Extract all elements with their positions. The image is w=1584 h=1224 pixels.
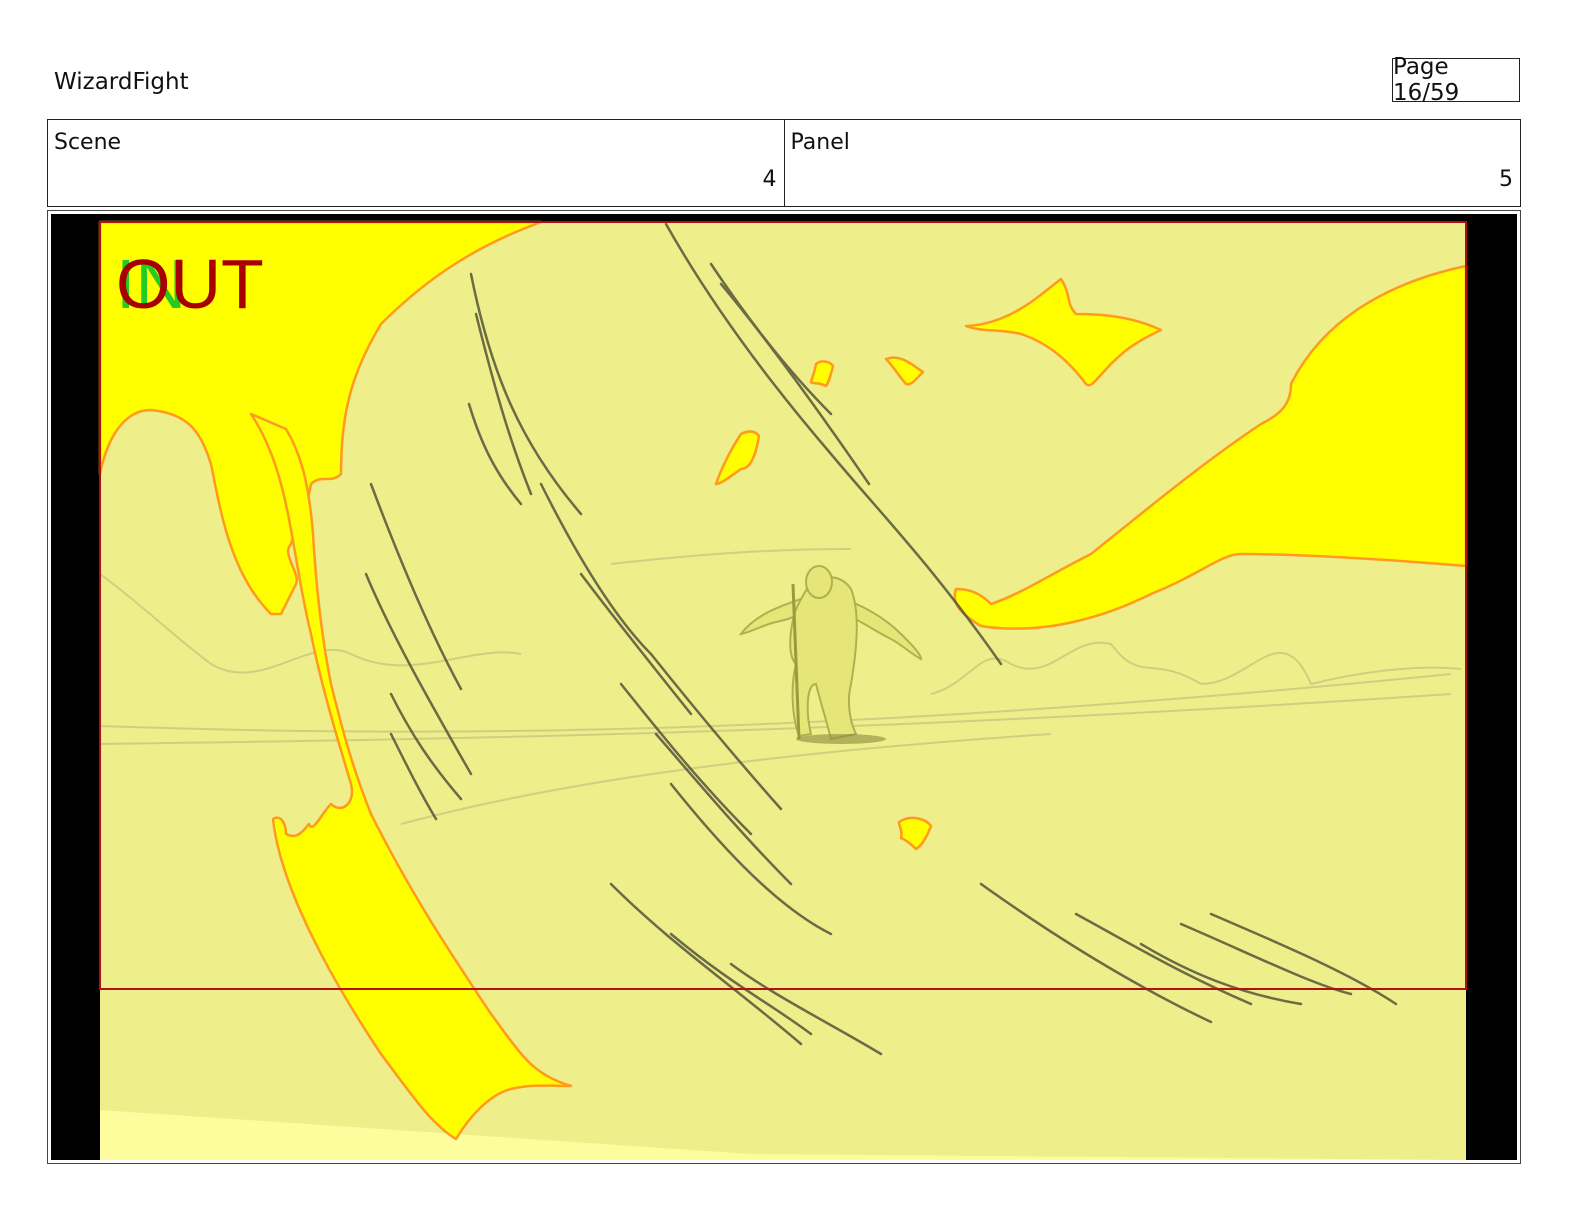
page-counter: Page 16/59 — [1392, 54, 1520, 106]
wizard-head — [805, 565, 833, 599]
scene-number: 4 — [762, 167, 777, 192]
scene-panel-info: Scene 4 Panel 5 — [47, 119, 1521, 207]
wizard-body — [789, 576, 858, 741]
panel-label: Panel — [790, 130, 850, 155]
project-title: WizardFight — [54, 69, 189, 95]
storyboard-sketch: IN OUT — [51, 214, 1517, 1160]
scene-cell: Scene 4 — [48, 120, 784, 206]
storyboard-panel-frame: IN OUT — [47, 210, 1521, 1164]
scene-label: Scene — [54, 130, 122, 155]
panel-cell: Panel 5 — [783, 120, 1521, 206]
wizard-shadow — [796, 734, 886, 744]
storyboard-drawing: IN OUT — [51, 214, 1517, 1160]
panel-number: 5 — [1499, 167, 1513, 192]
transition-out-label: OUT — [116, 245, 264, 323]
